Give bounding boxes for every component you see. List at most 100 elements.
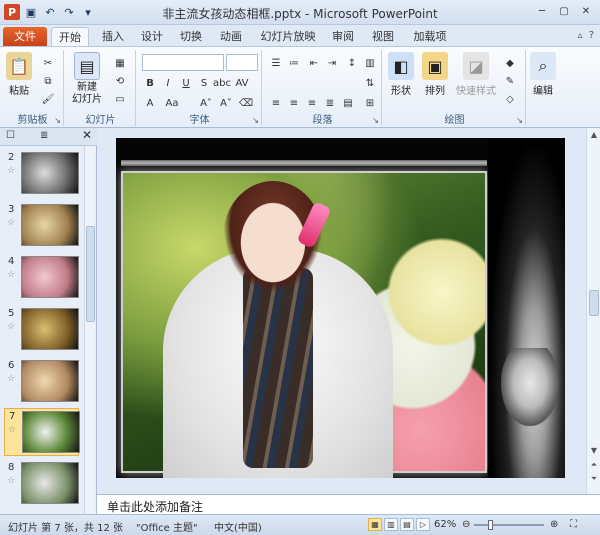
slide-canvas[interactable] bbox=[116, 138, 565, 478]
drawing-launcher-icon[interactable]: ↘ bbox=[516, 116, 523, 125]
slide-thumbnail[interactable]: 8 ☆ bbox=[4, 462, 79, 506]
strikethrough-icon[interactable]: abc bbox=[213, 76, 231, 90]
shrink-font-icon[interactable]: A˅ bbox=[218, 96, 234, 110]
zoom-in-icon[interactable]: ⊕ bbox=[550, 519, 558, 530]
section-icon[interactable]: ▭ bbox=[112, 92, 128, 106]
photo-frame[interactable] bbox=[121, 171, 487, 478]
clipboard-launcher-icon[interactable]: ↘ bbox=[54, 116, 61, 125]
language-indicator[interactable]: 中文(中国) bbox=[214, 519, 262, 534]
align-center-icon[interactable]: ≡ bbox=[286, 96, 302, 110]
new-slide-icon: ▤ bbox=[74, 52, 100, 80]
slide-thumbnail[interactable]: 5 ☆ bbox=[4, 308, 79, 352]
paste-button[interactable]: 📋 粘贴 bbox=[6, 52, 32, 97]
slideshow-view-icon[interactable]: ▷ bbox=[416, 518, 430, 531]
shapes-button[interactable]: ◧ 形状 bbox=[388, 52, 414, 97]
reset-icon[interactable]: ⟲ bbox=[112, 74, 128, 88]
slide-thumbnail[interactable]: 4 ☆ bbox=[4, 256, 79, 300]
font-name-field[interactable] bbox=[142, 54, 224, 71]
slide-thumbnail[interactable]: 6 ☆ bbox=[4, 360, 79, 404]
animation-star-icon: ☆ bbox=[7, 374, 16, 384]
tab-animations[interactable]: 动画 bbox=[214, 27, 248, 46]
minimize-button[interactable]: ─ bbox=[532, 3, 552, 19]
slide-thumbnail-image bbox=[22, 411, 80, 453]
increase-indent-icon[interactable]: ⇥ bbox=[324, 56, 340, 70]
shape-fill-icon[interactable]: ◆ bbox=[502, 56, 518, 70]
change-case-icon[interactable]: Aa bbox=[164, 96, 180, 110]
align-right-icon[interactable]: ≡ bbox=[304, 96, 320, 110]
font-launcher-icon[interactable]: ↘ bbox=[252, 116, 259, 125]
slide-thumbnail-image bbox=[21, 204, 79, 246]
new-slide-button[interactable]: ▤ 新建 幻灯片 bbox=[72, 52, 102, 106]
smartart-icon[interactable]: ⊞ bbox=[362, 96, 378, 110]
outline-tab-icon[interactable]: ≣ bbox=[40, 130, 48, 141]
quick-styles-icon: ◪ bbox=[463, 52, 489, 80]
reading-view-icon[interactable]: ▤ bbox=[400, 518, 414, 531]
bullets-icon[interactable]: ☰ bbox=[268, 56, 284, 70]
align-left-icon[interactable]: ≡ bbox=[268, 96, 284, 110]
help-icon[interactable]: ? bbox=[589, 30, 594, 41]
shadow-icon[interactable]: S bbox=[196, 76, 212, 90]
underline-icon[interactable]: U bbox=[178, 76, 194, 90]
bold-icon[interactable]: B bbox=[142, 76, 158, 90]
normal-view-icon[interactable]: ▦ bbox=[368, 518, 382, 531]
collapse-ribbon-icon[interactable]: ▵ bbox=[578, 30, 583, 41]
justify-icon[interactable]: ≣ bbox=[322, 96, 338, 110]
slides-pane-scrollbar[interactable] bbox=[84, 146, 95, 514]
scroll-up-icon[interactable]: ▲ bbox=[587, 130, 600, 139]
slide-vertical-scrollbar[interactable]: ▲ ▼ ⏶ ⏷ bbox=[586, 128, 600, 494]
tab-addins[interactable]: 加载项 bbox=[408, 27, 452, 46]
group-font: B I U S abc AV A Aa A˄ A˅ ⌫ 字体 ↘ bbox=[138, 50, 262, 126]
slide-thumbnail-selected[interactable]: 7 ☆ bbox=[4, 408, 80, 456]
notes-pane[interactable]: 单击此处添加备注 bbox=[97, 494, 600, 514]
slides-tab-icon[interactable]: ☐ bbox=[6, 130, 15, 141]
group-label-slides: 幻灯片 bbox=[85, 115, 116, 126]
cut-icon[interactable]: ✂ bbox=[40, 56, 56, 70]
slides-pane-scroll-thumb[interactable] bbox=[86, 226, 95, 322]
tab-slideshow[interactable]: 幻灯片放映 bbox=[258, 27, 318, 46]
italic-icon[interactable]: I bbox=[160, 76, 176, 90]
tab-file[interactable]: 文件 bbox=[3, 27, 47, 46]
close-pane-icon[interactable]: ✕ bbox=[82, 128, 92, 142]
zoom-level[interactable]: 62% bbox=[434, 519, 456, 530]
shape-effects-icon[interactable]: ◇ bbox=[502, 92, 518, 106]
grow-font-icon[interactable]: A˄ bbox=[198, 96, 214, 110]
maximize-button[interactable]: ▢ bbox=[554, 3, 574, 19]
zoom-slider[interactable] bbox=[474, 524, 544, 526]
close-button[interactable]: ✕ bbox=[576, 3, 596, 19]
tab-design[interactable]: 设计 bbox=[135, 27, 169, 46]
tab-insert[interactable]: 插入 bbox=[96, 27, 130, 46]
layout-icon[interactable]: ▦ bbox=[112, 56, 128, 70]
font-size-field[interactable] bbox=[226, 54, 258, 71]
tab-view[interactable]: 视图 bbox=[366, 27, 400, 46]
quick-styles-button[interactable]: ◪ 快速样式 bbox=[456, 52, 496, 97]
editing-button[interactable]: ⌕ 编辑 bbox=[530, 52, 556, 97]
text-direction-icon[interactable]: ⇅ bbox=[362, 76, 378, 90]
distribute-icon[interactable]: ▤ bbox=[340, 96, 356, 110]
tab-home[interactable]: 开始 bbox=[51, 27, 89, 46]
columns-icon[interactable]: ▥ bbox=[362, 56, 378, 70]
char-spacing-icon[interactable]: AV bbox=[234, 76, 250, 90]
line-spacing-icon[interactable]: ↕ bbox=[344, 56, 360, 70]
decrease-indent-icon[interactable]: ⇤ bbox=[306, 56, 322, 70]
previous-slide-icon[interactable]: ⏶ bbox=[587, 460, 600, 470]
slide-thumbnail[interactable]: 3 ☆ bbox=[4, 204, 79, 248]
copy-icon[interactable]: ⧉ bbox=[40, 74, 56, 88]
tab-transitions[interactable]: 切换 bbox=[174, 27, 208, 46]
shape-outline-icon[interactable]: ✎ bbox=[502, 74, 518, 88]
scroll-down-icon[interactable]: ▼ bbox=[587, 446, 600, 455]
font-color-icon[interactable]: A bbox=[142, 96, 158, 110]
next-slide-icon[interactable]: ⏷ bbox=[587, 474, 600, 484]
zoom-slider-knob[interactable] bbox=[488, 520, 493, 530]
paragraph-launcher-icon[interactable]: ↘ bbox=[372, 116, 379, 125]
slide-sorter-view-icon[interactable]: ▥ bbox=[384, 518, 398, 531]
zoom-out-icon[interactable]: ⊖ bbox=[462, 519, 470, 530]
numbering-icon[interactable]: ≔ bbox=[286, 56, 302, 70]
group-drawing: ◧ 形状 ▣ 排列 ◪ 快速样式 ◆ ✎ ◇ 绘图 ↘ bbox=[384, 50, 526, 126]
tab-review[interactable]: 审阅 bbox=[326, 27, 360, 46]
arrange-button[interactable]: ▣ 排列 bbox=[422, 52, 448, 97]
clear-format-icon[interactable]: ⌫ bbox=[238, 96, 254, 110]
slide-thumbnail[interactable]: 2 ☆ bbox=[4, 152, 79, 196]
fit-to-window-icon[interactable]: ⛶ bbox=[570, 519, 577, 530]
slide-scroll-thumb[interactable] bbox=[589, 290, 599, 316]
format-painter-icon[interactable]: 🖌 bbox=[40, 92, 56, 106]
